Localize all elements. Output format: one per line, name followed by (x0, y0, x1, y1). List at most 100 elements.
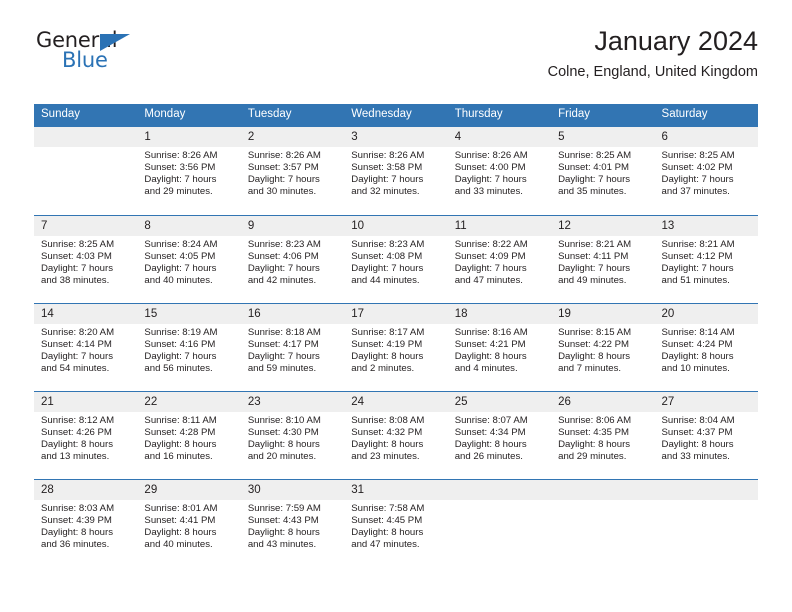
day-info-line: and 40 minutes. (144, 275, 213, 287)
day-cell[interactable]: 5 Sunrise: 8:25 AM Sunset: 4:01 PM Daylight… (551, 126, 655, 215)
week-row: 28 Sunrise: 8:03 AM Sunset: 4:39 PM Dayligh… (34, 478, 758, 567)
weekday-header-sunday: Sunday (41, 108, 81, 120)
day-cell[interactable]: 17 Sunrise: 8:17 AM Sunset: 4:19 PM Dayligh… (344, 303, 448, 391)
day-sun-info: Sunrise: 8:25 AM Sunset: 4:03 PM Daylight:… (34, 236, 137, 287)
day-sun-info: Sunrise: 8:12 AM Sunset: 4:26 PM Daylight:… (34, 412, 137, 463)
day-cell[interactable]: 19 Sunrise: 8:15 AM Sunset: 4:22 PM Dayligh… (551, 303, 655, 391)
day-info-line: and 16 minutes. (144, 451, 213, 463)
day-info-line: and 29 minutes. (144, 186, 213, 198)
day-info-line: and 54 minutes. (41, 363, 110, 375)
day-info-line: Sunrise: 8:24 AM (144, 238, 218, 250)
day-sun-info: Sunrise: 8:17 AM Sunset: 4:19 PM Daylight:… (344, 324, 447, 375)
weekday-header-friday: Friday (558, 108, 591, 120)
page-header: General Blue January 2024 Colne, England… (34, 0, 758, 80)
day-number: 1 (137, 126, 241, 147)
day-info-line: and 47 minutes. (454, 275, 523, 287)
day-cell[interactable]: 22 Sunrise: 8:11 AM Sunset: 4:28 PM Dayligh… (137, 391, 241, 479)
day-cell[interactable]: 14 Sunrise: 8:20 AM Sunset: 4:14 PM Dayligh… (34, 303, 138, 391)
weekday-header-row: Sunday Monday Tuesday Wednesday Thursday Frid… (34, 104, 758, 127)
day-cell[interactable]: 10 Sunrise: 8:23 AM Sunset: 4:08 PM Dayligh… (344, 215, 448, 303)
day-sun-info: Sunrise: 8:15 AM Sunset: 4:22 PM Daylight:… (551, 324, 654, 375)
day-info-line: Sunrise: 7:59 AM (247, 502, 321, 514)
day-cell[interactable]: 20 Sunrise: 8:14 AM Sunset: 4:24 PM Dayligh… (654, 303, 758, 391)
day-cell[interactable]: 6 Sunrise: 8:25 AM Sunset: 4:02 PM Daylight… (654, 126, 758, 215)
day-info-line: Sunset: 4:19 PM (351, 338, 423, 350)
day-number (551, 479, 655, 500)
day-cell[interactable]: 3 Sunrise: 8:26 AM Sunset: 3:58 PM Daylight… (344, 126, 448, 215)
day-info-line: and 30 minutes. (247, 186, 317, 198)
calendar-weeks: 1 Sunrise: 8:26 AM Sunset: 3:56 PM Daylight… (34, 126, 758, 567)
day-cell[interactable]: 1 Sunrise: 8:26 AM Sunset: 3:56 PM Daylight… (137, 126, 241, 215)
week-row: 7 Sunrise: 8:25 AM Sunset: 4:03 PM Daylight… (34, 214, 758, 303)
day-cell[interactable]: 23 Sunrise: 8:10 AM Sunset: 4:30 PM Dayligh… (240, 391, 345, 479)
day-info-line: Daylight: 8 hours (661, 350, 734, 362)
day-info-line: and 49 minutes. (558, 275, 627, 287)
day-sun-info: Sunrise: 8:22 AM Sunset: 4:09 PM Daylight:… (448, 236, 551, 287)
day-cell[interactable]: 13 Sunrise: 8:21 AM Sunset: 4:12 PM Dayligh… (654, 215, 758, 303)
day-sun-info (551, 500, 654, 503)
day-number: 8 (137, 215, 241, 236)
day-cell[interactable]: 31 Sunrise: 7:58 AM Sunset: 4:45 PM Dayligh… (344, 479, 448, 567)
day-info-line: and 20 minutes. (247, 451, 317, 463)
day-info-line: Daylight: 7 hours (351, 173, 424, 185)
day-info-line: and 23 minutes. (351, 451, 420, 463)
weekday-header-monday: Monday (144, 108, 186, 120)
day-info-line: and 38 minutes. (41, 275, 110, 287)
day-sun-info: Sunrise: 8:07 AM Sunset: 4:34 PM Daylight:… (448, 412, 551, 463)
day-info-line: Sunrise: 8:23 AM (247, 238, 321, 250)
day-sun-info: Sunrise: 8:14 AM Sunset: 4:24 PM Daylight:… (655, 324, 758, 375)
day-info-line: Sunset: 4:02 PM (661, 161, 733, 173)
day-cell[interactable]: 2 Sunrise: 8:26 AM Sunset: 3:57 PM Daylight… (240, 126, 345, 215)
day-cell[interactable]: 16 Sunrise: 8:18 AM Sunset: 4:17 PM Dayligh… (240, 303, 345, 391)
day-cell[interactable]: 4 Sunrise: 8:26 AM Sunset: 4:00 PM Daylight… (447, 126, 552, 215)
day-info-line: Daylight: 7 hours (144, 350, 217, 362)
day-number: 28 (34, 479, 138, 500)
day-info-line: Daylight: 8 hours (661, 438, 734, 450)
day-cell[interactable]: 29 Sunrise: 8:01 AM Sunset: 4:41 PM Dayligh… (137, 479, 241, 567)
day-info-line: Sunset: 4:37 PM (661, 426, 733, 438)
day-info-line: and 26 minutes. (454, 451, 523, 463)
day-info-line: Sunset: 4:26 PM (41, 426, 112, 438)
day-info-line: and 29 minutes. (558, 451, 627, 463)
day-cell[interactable]: 30 Sunrise: 7:59 AM Sunset: 4:43 PM Dayligh… (240, 479, 345, 567)
day-info-line: Daylight: 7 hours (558, 262, 631, 274)
day-cell[interactable]: 7 Sunrise: 8:25 AM Sunset: 4:03 PM Daylight… (34, 215, 138, 303)
day-cell[interactable]: 21 Sunrise: 8:12 AM Sunset: 4:26 PM Dayligh… (34, 391, 138, 479)
day-info-line: Daylight: 8 hours (454, 350, 527, 362)
day-sun-info: Sunrise: 8:26 AM Sunset: 3:58 PM Daylight:… (344, 147, 447, 198)
logo-word-blue: Blue (62, 48, 108, 72)
day-sun-info: Sunrise: 8:18 AM Sunset: 4:17 PM Daylight:… (241, 324, 344, 375)
day-number: 23 (240, 391, 345, 412)
day-sun-info: Sunrise: 8:06 AM Sunset: 4:35 PM Daylight:… (551, 412, 654, 463)
day-cell[interactable]: 25 Sunrise: 8:07 AM Sunset: 4:34 PM Dayligh… (447, 391, 552, 479)
day-info-line: Daylight: 7 hours (247, 262, 320, 274)
day-sun-info: Sunrise: 8:20 AM Sunset: 4:14 PM Daylight:… (34, 324, 137, 375)
day-cell[interactable]: 15 Sunrise: 8:19 AM Sunset: 4:16 PM Dayligh… (137, 303, 241, 391)
day-sun-info (655, 500, 758, 503)
day-sun-info: Sunrise: 8:23 AM Sunset: 4:06 PM Daylight:… (241, 236, 344, 287)
day-info-line: Sunrise: 8:16 AM (454, 326, 528, 338)
day-info-line: Sunrise: 8:26 AM (144, 149, 218, 161)
weekday-header-tuesday: Tuesday (247, 108, 292, 120)
day-info-line: Sunrise: 8:20 AM (41, 326, 115, 338)
day-info-line: Daylight: 8 hours (351, 350, 424, 362)
day-cell[interactable]: 8 Sunrise: 8:24 AM Sunset: 4:05 PM Daylight… (137, 215, 241, 303)
day-info-line: Sunset: 4:14 PM (41, 338, 112, 350)
day-info-line: Daylight: 8 hours (351, 526, 424, 538)
day-cell[interactable]: 27 Sunrise: 8:04 AM Sunset: 4:37 PM Dayligh… (654, 391, 758, 479)
day-info-line: Sunset: 3:58 PM (351, 161, 423, 173)
day-cell[interactable]: 11 Sunrise: 8:22 AM Sunset: 4:09 PM Dayligh… (447, 215, 552, 303)
day-cell[interactable]: 18 Sunrise: 8:16 AM Sunset: 4:21 PM Dayligh… (447, 303, 552, 391)
page-subtitle: Colne, England, United Kingdom (547, 64, 758, 81)
general-blue-logo[interactable]: General Blue (36, 30, 196, 76)
day-number: 21 (34, 391, 138, 412)
day-number: 30 (240, 479, 345, 500)
day-cell[interactable]: 26 Sunrise: 8:06 AM Sunset: 4:35 PM Dayligh… (551, 391, 655, 479)
day-sun-info (34, 147, 137, 150)
day-cell[interactable]: 12 Sunrise: 8:21 AM Sunset: 4:11 PM Dayligh… (551, 215, 655, 303)
day-info-line: and 35 minutes. (558, 186, 627, 198)
day-cell[interactable]: 9 Sunrise: 8:23 AM Sunset: 4:06 PM Daylight… (240, 215, 345, 303)
day-cell[interactable]: 24 Sunrise: 8:08 AM Sunset: 4:32 PM Dayligh… (344, 391, 448, 479)
day-cell[interactable]: 28 Sunrise: 8:03 AM Sunset: 4:39 PM Dayligh… (34, 479, 138, 567)
day-info-line: Sunrise: 8:26 AM (454, 149, 528, 161)
